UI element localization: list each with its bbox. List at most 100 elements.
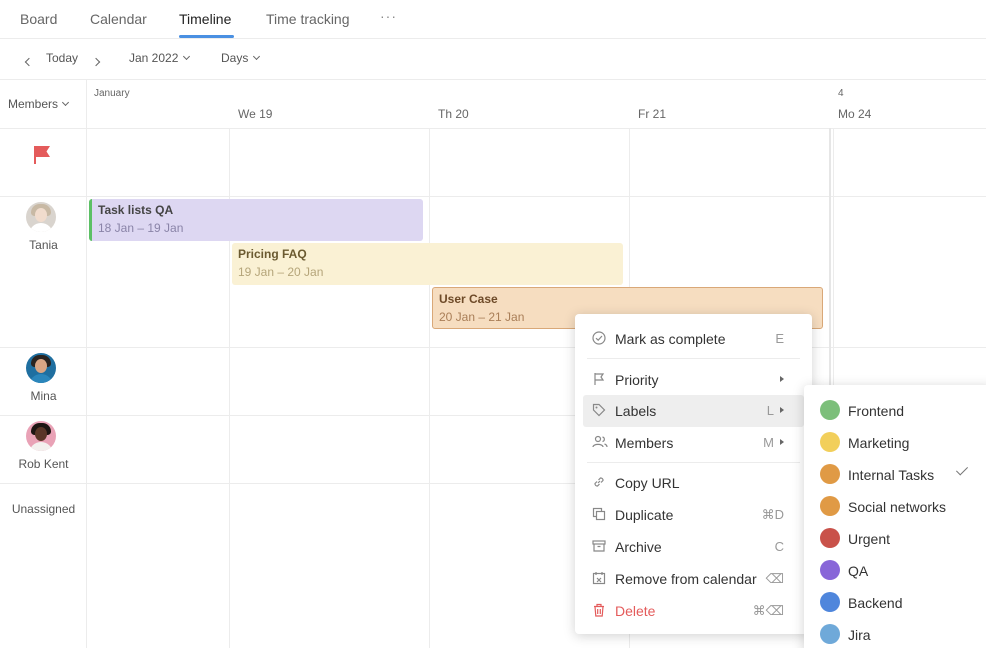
scale-selector[interactable]: Days — [221, 51, 261, 65]
divider — [0, 347, 87, 348]
menu-item-mark-complete[interactable]: Mark as complete E — [583, 323, 804, 355]
archive-icon — [592, 539, 606, 553]
submenu-arrow-icon — [780, 376, 784, 382]
label-name: Backend — [848, 595, 903, 611]
menu-item-label: Members — [615, 435, 674, 451]
more-tabs-icon[interactable]: ··· — [380, 8, 397, 24]
avatar-rob-kent[interactable] — [26, 421, 56, 451]
menu-item-duplicate[interactable]: Duplicate ⌘D — [583, 499, 804, 531]
task-bar[interactable]: Pricing FAQ 19 Jan – 20 Jan — [232, 243, 623, 285]
tab-timeline[interactable]: Timeline — [179, 11, 231, 27]
today-button[interactable]: Today — [46, 51, 78, 65]
scale-selector-label: Days — [221, 51, 249, 65]
divider — [0, 483, 87, 484]
label-option-jira[interactable]: Jira — [804, 618, 986, 648]
label-color-dot — [820, 560, 840, 580]
member-name-tania: Tania — [29, 238, 58, 252]
menu-item-label: Labels — [615, 403, 657, 419]
menu-item-label: Mark as complete — [615, 331, 726, 347]
flag-icon — [34, 146, 50, 164]
menu-item-priority[interactable]: Priority — [583, 364, 804, 396]
grid-row-line — [87, 196, 986, 197]
link-icon — [592, 475, 606, 489]
task-dates: 19 Jan – 20 Jan — [238, 265, 324, 279]
task-context-menu: Mark as complete E Priority Labels L Mem… — [575, 314, 812, 634]
menu-item-archive[interactable]: Archive C — [583, 531, 804, 563]
label-color-dot — [820, 496, 840, 516]
checkmark-icon — [955, 463, 969, 476]
tab-calendar[interactable]: Calendar — [90, 11, 147, 27]
shortcut-key: ⌘⌫ — [752, 603, 784, 618]
task-title: Pricing FAQ — [238, 247, 307, 261]
label-name: Urgent — [848, 531, 891, 547]
members-grouping-label: Members — [8, 97, 59, 111]
check-circle-icon — [592, 331, 606, 345]
task-dates: 18 Jan – 19 Jan — [98, 221, 184, 235]
view-tabs: Board Calendar Timeline Time tracking ··… — [0, 0, 986, 39]
label-color-dot — [820, 432, 840, 452]
unassigned-label: Unassigned — [11, 502, 76, 516]
shortcut-key: C — [774, 539, 784, 554]
menu-item-delete[interactable]: Delete ⌘⌫ — [583, 595, 804, 627]
menu-item-members[interactable]: Members M — [583, 427, 804, 459]
label-color-dot — [820, 528, 840, 548]
members-sidebar: Members Tania Mina Rob Kent Unassigned — [0, 80, 87, 648]
menu-item-label: Remove from calendar — [615, 571, 757, 587]
label-name: Marketing — [848, 435, 910, 451]
day-label: Mo 24 — [838, 107, 872, 121]
shortcut-key: ⌘D — [761, 507, 784, 522]
menu-separator — [587, 462, 800, 463]
members-grouping-selector[interactable]: Members — [8, 97, 70, 111]
shortcut-key: ⌫ — [765, 571, 784, 586]
divider — [0, 128, 87, 129]
menu-item-label: Delete — [615, 603, 656, 619]
calendar-remove-icon — [592, 571, 606, 585]
avatar-tania[interactable] — [26, 202, 56, 232]
active-tab-indicator — [179, 35, 234, 38]
day-label: Fr 21 — [638, 107, 667, 121]
chevron-down-icon — [183, 52, 191, 61]
label-option-backend[interactable]: Backend — [804, 586, 986, 618]
next-arrow-icon[interactable] — [91, 54, 101, 68]
labels-submenu: Frontend Marketing Internal Tasks Social… — [804, 385, 986, 648]
day-label: Th 20 — [438, 107, 469, 121]
label-option-social-networks[interactable]: Social networks — [804, 490, 986, 522]
menu-item-copy-url[interactable]: Copy URL — [583, 467, 804, 499]
label-option-qa[interactable]: QA — [804, 554, 986, 586]
label-option-internal-tasks[interactable]: Internal Tasks — [804, 458, 986, 490]
menu-item-label: Priority — [615, 372, 659, 388]
menu-item-labels[interactable]: Labels L — [583, 395, 804, 427]
week-number: 4 — [838, 88, 844, 99]
label-option-marketing[interactable]: Marketing — [804, 426, 986, 458]
label-option-frontend[interactable]: Frontend — [804, 394, 986, 426]
submenu-arrow-icon — [780, 439, 784, 445]
shortcut-key: L — [766, 403, 774, 418]
label-color-dot — [820, 400, 840, 420]
prev-arrow-icon[interactable] — [24, 54, 34, 68]
label-name: Frontend — [848, 403, 905, 419]
label-option-urgent[interactable]: Urgent — [804, 522, 986, 554]
task-bar[interactable]: Task lists QA 18 Jan – 19 Jan — [89, 199, 423, 241]
label-name: Internal Tasks — [848, 467, 935, 483]
tab-board[interactable]: Board — [20, 11, 57, 27]
chevron-down-icon — [61, 98, 70, 107]
member-name-rob-kent: Rob Kent — [18, 457, 69, 471]
month-selector[interactable]: Jan 2022 — [129, 51, 191, 65]
chevron-down-icon — [253, 52, 261, 61]
menu-item-label: Duplicate — [615, 507, 674, 523]
menu-item-label: Archive — [615, 539, 662, 555]
label-name: Jira — [848, 627, 871, 643]
divider — [0, 196, 87, 197]
timeline-toolbar: Today Jan 2022 Days — [0, 39, 986, 80]
label-color-dot — [820, 624, 840, 644]
label-name: Social networks — [848, 499, 947, 515]
label-color-dot — [820, 592, 840, 612]
label-color-dot — [820, 464, 840, 484]
menu-item-remove-from-calendar[interactable]: Remove from calendar ⌫ — [583, 563, 804, 595]
shortcut-key: E — [775, 331, 784, 346]
tab-time-tracking[interactable]: Time tracking — [266, 11, 350, 27]
avatar-mina[interactable] — [26, 353, 56, 383]
shortcut-key: M — [763, 435, 774, 450]
divider — [0, 415, 87, 416]
task-title: Task lists QA — [98, 203, 174, 217]
